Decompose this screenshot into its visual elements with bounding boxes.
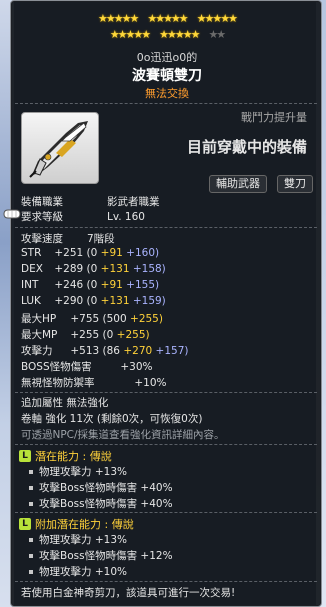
trade-hint: 若使用白金神奇剪刀，該道具可進行一次交易! xyxy=(21,587,236,599)
divider xyxy=(15,581,317,582)
req-job-label: 裝備職業 xyxy=(21,196,63,208)
bonus-potential-header: L 附加潛在能力 : 傳說 xyxy=(19,516,134,532)
scroll-row: 卷軸 強化 11次 (剩餘0次，可恢復0次) xyxy=(21,413,203,425)
stat-scroll: +155) xyxy=(126,279,160,291)
stat-total: +251 xyxy=(54,247,84,259)
boss-damage-row: BOSS怪物傷害 +30% xyxy=(21,359,152,374)
item-name: 波賽頓雙刀 xyxy=(132,68,202,84)
potential-header: L 潛在能力 : 傳說 xyxy=(19,448,112,464)
stat-scroll: +159) xyxy=(132,295,166,307)
bonus-potential-line: 物理攻擊力 +13% xyxy=(29,532,127,547)
req-level-row: 要求等級 Lv. 160 xyxy=(21,209,145,224)
divider xyxy=(15,444,317,445)
stat-total: +246 xyxy=(54,279,84,291)
potential-line: 攻擊Boss怪物時傷害 +40% xyxy=(29,480,173,495)
stat-total: +513 xyxy=(70,345,100,357)
stat-bonus: +91 xyxy=(100,247,123,259)
bonus-potential-title: 附加潛在能力 : 傳說 xyxy=(35,518,134,531)
bonus-potential-line: 攻擊Boss怪物時傷害 +12% xyxy=(29,548,173,563)
potential-title: 潛在能力 : 傳說 xyxy=(35,450,112,463)
attack-speed-label: 攻擊速度 xyxy=(21,233,63,245)
maxmp-row: 最大MP +255 (0 +255) xyxy=(21,327,150,342)
power-increase-label: 戰鬥力提升量 xyxy=(241,111,307,124)
stat-name: 無視怪物防禦率 xyxy=(21,377,95,389)
stat-name: STR xyxy=(21,247,42,259)
stat-row: DEX +289 (0 +131 +158) xyxy=(21,263,166,275)
stat-total: +10% xyxy=(134,377,167,389)
legendary-badge-icon: L xyxy=(19,450,31,462)
stat-bonus: +255) xyxy=(130,313,163,325)
potential-line: 攻擊Boss怪物時傷害 +40% xyxy=(29,496,173,511)
stat-base: (0 xyxy=(86,279,98,291)
star-group: ★★★★★ xyxy=(196,12,238,25)
stat-scroll: +157) xyxy=(155,345,189,357)
legendary-badge-icon: L xyxy=(19,518,31,530)
star-group: ★★★★★ xyxy=(109,28,151,41)
stat-total: +290 xyxy=(54,295,84,307)
stat-total: +755 xyxy=(70,313,100,325)
item-icon-box xyxy=(21,112,99,184)
owner-name: 0o迅迅o0的 xyxy=(136,51,198,64)
trade-status: 無法交換 xyxy=(145,87,189,100)
item-tooltip: ★★★★★ ★★★★★ ★★★★★ ★★★★★ ★★★★★ ★★ 0o迅迅o0的… xyxy=(10,0,322,607)
stat-name: 最大HP xyxy=(21,313,57,325)
stat-scroll: +158) xyxy=(132,263,166,275)
stat-row: STR +251 (0 +91 +160) xyxy=(21,247,159,259)
stat-name: DEX xyxy=(21,263,43,275)
star-group-empty: ★★ xyxy=(208,28,226,41)
potential-line: 物理攻擊力 +13% xyxy=(29,464,127,479)
req-level-value: Lv. 160 xyxy=(107,211,145,223)
divider xyxy=(15,392,317,393)
stat-total: +30% xyxy=(120,361,153,373)
star-group: ★★★★★ xyxy=(98,12,139,25)
stat-name: 最大MP xyxy=(21,329,58,341)
divider xyxy=(15,227,317,228)
attack-speed-value: 7階段 xyxy=(87,233,115,245)
stat-base: (0 xyxy=(86,247,98,259)
star-group: ★★★★★ xyxy=(159,28,200,41)
npc-note: 可透過NPC/採集道查看強化資訊詳細內容。 xyxy=(21,429,225,441)
currently-equipped-text: 目前穿戴中的裝備 xyxy=(186,138,307,156)
attack-speed-row: 攻擊速度 7階段 xyxy=(21,231,115,246)
attack-row: 攻擊力 +513 (86 +270 +157) xyxy=(21,343,188,358)
tag-dual-blade: 雙刀 xyxy=(277,175,313,193)
stat-bonus: +91 xyxy=(100,279,123,291)
stat-total: +255 xyxy=(70,329,100,341)
stat-total: +289 xyxy=(54,263,84,275)
stat-base: (86 xyxy=(102,345,120,357)
ignore-def-row: 無視怪物防禦率 +10% xyxy=(21,375,166,390)
extra-prop-row: 追加屬性 無法強化 xyxy=(21,397,109,409)
divider xyxy=(15,103,317,104)
stat-bonus: +131 xyxy=(100,263,130,275)
stat-scroll: +160) xyxy=(126,247,160,259)
stat-name: 攻擊力 xyxy=(21,345,53,357)
tag-secondary-weapon: 輔助武器 xyxy=(209,175,267,193)
req-level-label: 要求等級 xyxy=(21,211,63,223)
stat-bonus: +270 xyxy=(123,345,153,357)
req-job-row: 裝備職業 影武者職業 xyxy=(21,194,160,209)
maxhp-row: 最大HP +755 (500 +255) xyxy=(21,311,163,326)
stat-name: BOSS怪物傷害 xyxy=(21,361,92,373)
req-job-value: 影武者職業 xyxy=(107,196,160,208)
stat-name: INT xyxy=(21,279,39,291)
stat-base: (0 xyxy=(86,295,98,307)
stat-base: (0 xyxy=(102,329,114,341)
hand-cursor-icon xyxy=(3,209,21,219)
bonus-potential-line: 物理攻擊力 +10% xyxy=(29,564,127,579)
star-force-rating: ★★★★★ ★★★★★ ★★★★★ ★★★★★ ★★★★★ ★★ xyxy=(11,11,321,43)
star-group: ★★★★★ xyxy=(147,12,188,25)
stat-bonus: +255) xyxy=(116,329,150,341)
stat-base: (500 xyxy=(102,313,127,325)
stat-bonus: +131 xyxy=(100,295,130,307)
stat-row: LUK +290 (0 +131 +159) xyxy=(21,295,166,307)
stat-row: INT +246 (0 +91 +155) xyxy=(21,279,159,291)
dual-blade-icon xyxy=(29,121,88,178)
stat-base: (0 xyxy=(86,263,98,275)
divider xyxy=(15,512,317,513)
stat-name: LUK xyxy=(21,295,41,307)
